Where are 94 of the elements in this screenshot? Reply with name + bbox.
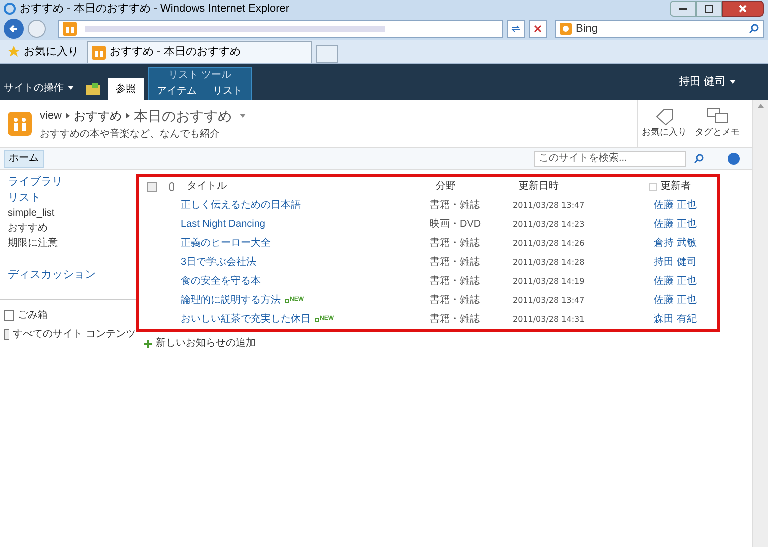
editor-link[interactable]: 持田 健司: [654, 255, 697, 270]
maximize-icon: [705, 5, 713, 13]
search-icon: [749, 24, 759, 34]
ribbon-action[interactable]: お気に入り: [638, 100, 691, 147]
caret-icon: [730, 80, 736, 84]
window-title: おすすめ - 本日のおすすめ - Windows Internet Explorer: [20, 2, 290, 17]
table-cell-text: 2011/03/28 13:47: [513, 294, 586, 306]
refresh-icon: [511, 24, 521, 34]
nav-heading[interactable]: ディスカッション: [8, 267, 136, 283]
table-cell-text: 2011/03/28 14:26: [513, 238, 586, 250]
back-arrow-icon: [9, 24, 19, 34]
maximize-button[interactable]: [696, 1, 722, 17]
filter-checkbox[interactable]: [649, 182, 657, 190]
nav-link[interactable]: すべてのサイト コンテンツ: [4, 327, 136, 342]
recycle-bin-icon: [4, 310, 14, 321]
table-cell-text: 2011/03/28 14:31: [513, 314, 586, 326]
nav-heading[interactable]: リスト: [8, 190, 136, 206]
ribbon-tab[interactable]: リスト: [205, 82, 251, 100]
nav-link[interactable]: ごみ箱: [4, 308, 136, 323]
minimize-icon: [679, 8, 687, 10]
tag-icon: [654, 108, 674, 126]
address-field[interactable]: [58, 20, 503, 38]
breadcrumb-link[interactable]: view: [40, 108, 62, 124]
back-button[interactable]: [4, 19, 24, 39]
column-header: タイトル: [187, 180, 228, 194]
site-actions-menu[interactable]: サイトの操作: [0, 76, 78, 100]
item-title-link[interactable]: 正義のヒーロー大全: [181, 236, 271, 251]
caret-icon: [240, 114, 246, 118]
search-box[interactable]: Bing: [555, 20, 764, 38]
caret-icon: [68, 86, 74, 90]
refresh-button[interactable]: [507, 20, 525, 38]
plus-icon: [144, 340, 152, 348]
stop-button[interactable]: [529, 20, 547, 38]
browser-icon: [4, 3, 16, 15]
select-all-checkbox[interactable]: [147, 182, 157, 192]
column-header: 更新日時: [519, 180, 560, 194]
site-description: おすすめの本や音楽など、なんでも紹介: [40, 128, 221, 142]
user-menu[interactable]: 持田 健司: [678, 74, 736, 90]
editor-link[interactable]: 佐藤 正也: [654, 274, 697, 289]
item-title-link[interactable]: 論理的に説明する方法: [181, 293, 281, 308]
table-cell-text: 書籍・雑誌: [430, 198, 481, 213]
item-title-link[interactable]: おいしい紅茶で充実した休日: [181, 312, 311, 327]
site-search-field[interactable]: このサイトを検索...: [534, 150, 686, 166]
table-cell-text: 書籍・雑誌: [430, 274, 481, 289]
breadcrumb-link[interactable]: おすすめ: [74, 107, 122, 125]
ribbon-tab[interactable]: アイテム: [149, 82, 205, 100]
editor-link[interactable]: 倉持 武敏: [654, 236, 697, 251]
table-cell-text: 2011/03/28 13:47: [513, 200, 586, 212]
close-button[interactable]: [722, 1, 764, 17]
table-cell-text: 2011/03/28 14:23: [513, 218, 586, 230]
speech-bubbles-icon: [706, 108, 728, 126]
table-cell-text: 映画・DVD: [430, 218, 482, 232]
home-tab[interactable]: ホーム: [4, 150, 44, 168]
nav-item[interactable]: simple_list: [8, 206, 136, 221]
scroll-up-icon: [758, 104, 764, 108]
table-cell-text: 2011/03/28 14:28: [513, 256, 586, 268]
table-cell-text: 書籍・雑誌: [430, 256, 481, 270]
breadcrumb-arrow-icon: [66, 113, 70, 119]
editor-link[interactable]: 佐藤 正也: [654, 217, 697, 232]
table-cell-text: 書籍・雑誌: [430, 312, 481, 327]
minimize-button[interactable]: [670, 1, 696, 17]
table-cell-text: 書籍・雑誌: [430, 294, 481, 308]
nav-heading[interactable]: ライブラリ: [8, 174, 136, 190]
item-title-link[interactable]: 3日で学ぶ会社法: [181, 255, 257, 270]
column-header: 更新者: [661, 180, 691, 194]
editor-link[interactable]: 佐藤 正也: [654, 293, 697, 308]
item-title-link[interactable]: 食の安全を守る本: [181, 274, 261, 289]
item-title-link[interactable]: Last Night Dancing: [181, 217, 266, 232]
search-input[interactable]: Bing: [576, 20, 745, 38]
bing-icon: [560, 23, 572, 35]
ribbon-action[interactable]: タグとメモ: [691, 100, 744, 147]
breadcrumb-arrow-icon: [126, 113, 130, 119]
browser-tab[interactable]: おすすめ - 本日のおすすめ: [87, 41, 312, 63]
editor-link[interactable]: 佐藤 正也: [654, 198, 697, 213]
folder-icon: [86, 83, 100, 95]
editor-link[interactable]: 森田 有紀: [654, 312, 697, 327]
ribbon-tab[interactable]: 参照: [108, 78, 144, 100]
table-cell-text: 2011/03/28 14:19: [513, 276, 586, 288]
item-title-link[interactable]: 正しく伝えるための日本語: [181, 198, 301, 213]
paperclip-icon: [169, 182, 175, 192]
search-icon: [694, 154, 704, 164]
column-header: 分野: [436, 180, 457, 194]
table-cell-text: 書籍・雑誌: [430, 236, 481, 251]
tool-group-label: リスト ツール: [168, 69, 232, 82]
add-item-link[interactable]: 新しいお知らせの追加: [144, 336, 752, 351]
page-title: 本日のおすすめ: [134, 106, 232, 126]
favorites-button[interactable]: お気に入り: [4, 41, 83, 63]
close-icon: [739, 5, 747, 13]
nav-item[interactable]: 期限に注意: [8, 236, 136, 251]
stop-icon: [534, 25, 542, 33]
site-logo-icon: [8, 112, 32, 136]
tab-title: おすすめ - 本日のおすすめ: [110, 45, 241, 60]
nav-item[interactable]: おすすめ: [8, 221, 136, 236]
star-icon: [8, 46, 20, 58]
